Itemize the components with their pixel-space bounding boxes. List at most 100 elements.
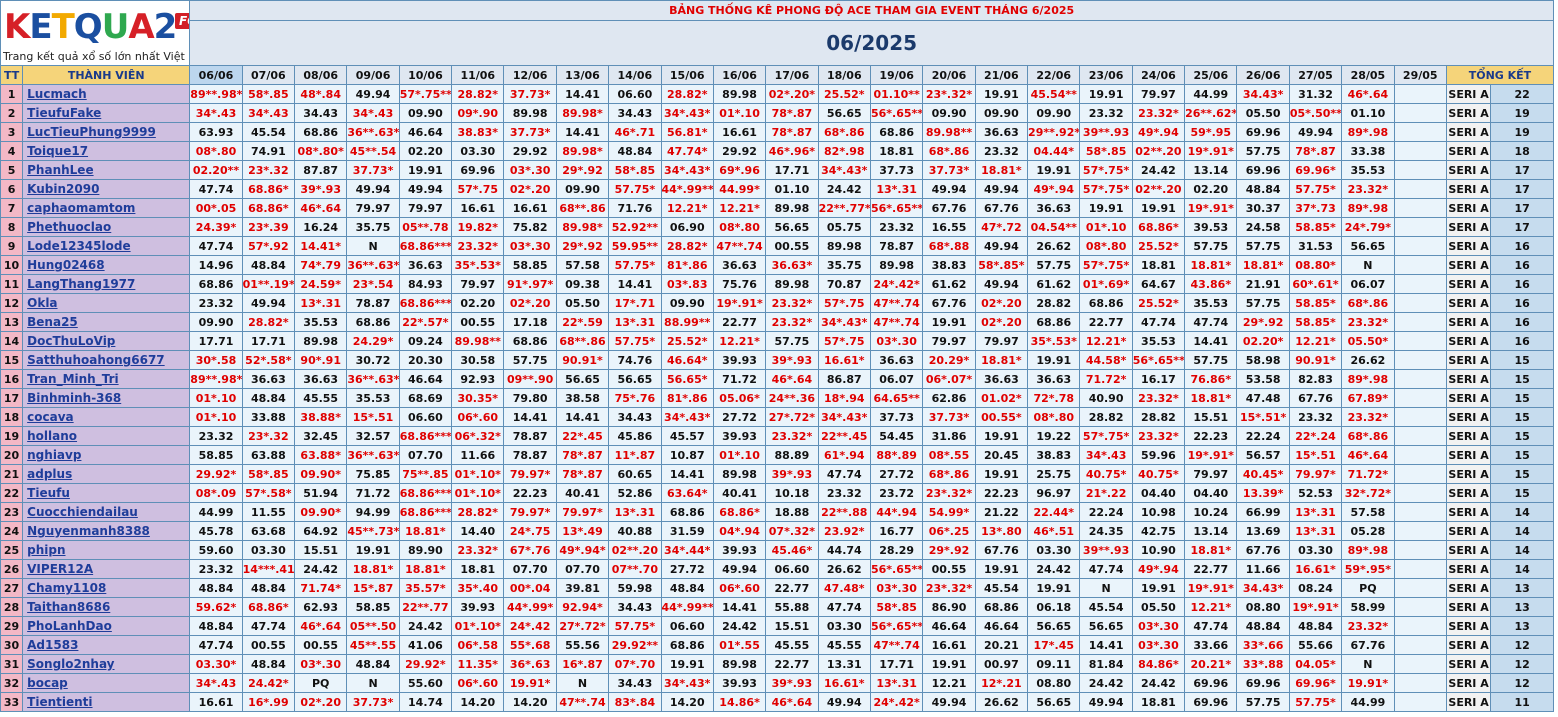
member-link[interactable]: Okla bbox=[27, 296, 57, 310]
prediction-cell: 36**.63* bbox=[346, 369, 400, 389]
member-link[interactable]: DocThuLoVip bbox=[27, 334, 115, 348]
member-link[interactable]: LucTieuPhung9999 bbox=[27, 125, 156, 139]
prediction-cell: 15*.51 bbox=[346, 407, 400, 427]
prediction-cell: 09.90 bbox=[922, 103, 976, 123]
prediction-cell: 03*.30 bbox=[294, 654, 348, 674]
seri-badge: SERI A bbox=[1445, 673, 1492, 693]
member-link[interactable]: Lucmach bbox=[27, 87, 87, 101]
prediction-cell: 04*.94 bbox=[712, 521, 767, 541]
prediction-cell: 45**.54 bbox=[346, 141, 400, 161]
prediction-cell: 68.86 bbox=[294, 122, 348, 142]
member-link[interactable]: Nguyenmanh8388 bbox=[27, 524, 150, 538]
prediction-cell: 19.91 bbox=[660, 654, 714, 674]
member-link[interactable]: Kubin2090 bbox=[27, 182, 99, 196]
member-link[interactable]: Tieufu bbox=[27, 486, 70, 500]
prediction-cell: 33.88 bbox=[241, 407, 296, 427]
prediction-cell: 17.71 bbox=[869, 654, 924, 674]
member-link[interactable]: adplus bbox=[27, 467, 72, 481]
prediction-cell: 79.97* bbox=[503, 502, 557, 522]
member-link[interactable]: cocava bbox=[27, 410, 74, 424]
prediction-cell: 89.98 bbox=[712, 84, 767, 104]
member-link[interactable]: LangThang1977 bbox=[27, 277, 135, 291]
prediction-cell: 28.82 bbox=[1027, 293, 1081, 313]
member-link[interactable]: caphaomamtom bbox=[27, 201, 135, 215]
prediction-cell: 56*.65** bbox=[869, 616, 924, 636]
member-link[interactable]: bocap bbox=[27, 676, 68, 690]
prediction-cell: 03.30* bbox=[189, 654, 243, 674]
site-logo[interactable]: KETQUA2 FORUM Trang kết quả xổ số lớn nh… bbox=[2, 2, 189, 65]
prediction-cell: 19.91 bbox=[1027, 350, 1081, 370]
prediction-cell: 05.50 bbox=[1131, 597, 1186, 617]
prediction-cell: 20.30 bbox=[398, 350, 453, 370]
member-link[interactable]: Satthuhoahong6677 bbox=[27, 353, 165, 367]
member-link[interactable]: Cuocchiendailau bbox=[27, 505, 138, 519]
prediction-cell: PQ bbox=[1341, 578, 1395, 598]
member-link[interactable]: hollano bbox=[27, 429, 77, 443]
prediction-cell: 86.87 bbox=[817, 369, 871, 389]
table-title: BẢNG THỐNG KÊ PHONG ĐỘ ACE THAM GIA EVEN… bbox=[189, 0, 1554, 21]
prediction-cell: 19.91* bbox=[1341, 673, 1395, 693]
prediction-cell: 39*.93 bbox=[765, 464, 819, 484]
prediction-cell: 00*.04 bbox=[503, 578, 557, 598]
member-link[interactable]: Binhminh-368 bbox=[27, 391, 121, 405]
prediction-cell: 18.81 bbox=[1131, 692, 1186, 712]
prediction-cell: 44.99* bbox=[712, 179, 767, 199]
row-number: 3 bbox=[0, 122, 24, 142]
prediction-cell: 01*.55 bbox=[712, 635, 767, 655]
member-cell: Binhminh-368 bbox=[22, 388, 191, 408]
member-link[interactable]: PhanhLee bbox=[27, 163, 93, 177]
prediction-cell: 07.70 bbox=[398, 445, 453, 465]
member-cell: nghiavp bbox=[22, 445, 191, 465]
member-link[interactable]: Songlo2nhay bbox=[27, 657, 114, 671]
prediction-cell: 56.65* bbox=[660, 369, 714, 389]
member-link[interactable]: Toique17 bbox=[27, 144, 88, 158]
seri-badge: SERI A bbox=[1445, 654, 1492, 674]
prediction-cell: 47**.74 bbox=[712, 236, 767, 256]
logo-area[interactable]: KETQUA2 FORUM Trang kết quả xổ số lớn nh… bbox=[0, 0, 191, 66]
prediction-cell: 46*.51 bbox=[1027, 521, 1081, 541]
prediction-cell: 27.72 bbox=[712, 407, 767, 427]
prediction-cell: N bbox=[555, 673, 610, 693]
prediction-cell: 71.72* bbox=[1079, 369, 1133, 389]
prediction-cell: 19.82* bbox=[451, 217, 505, 237]
prediction-cell bbox=[1393, 388, 1447, 408]
prediction-cell: 25.52* bbox=[660, 331, 714, 351]
member-link[interactable]: Bena25 bbox=[27, 315, 78, 329]
prediction-cell: 56.65 bbox=[765, 217, 819, 237]
member-link[interactable]: Tran_Minh_Tri bbox=[27, 372, 118, 386]
member-link[interactable]: nghiavp bbox=[27, 448, 81, 462]
seri-badge: SERI A bbox=[1445, 388, 1492, 408]
row-number: 20 bbox=[0, 445, 24, 465]
prediction-cell: 68*.86 bbox=[922, 141, 976, 161]
table-row: 1 Lucmach 89**.98* 58*.85 48*.84 49.94 57*.75*… bbox=[0, 84, 1554, 104]
prediction-cell: 07.70 bbox=[503, 559, 557, 579]
table-row: 11LangThang1977 68.8601**.19**24.59*23*.5… bbox=[0, 274, 1554, 294]
prediction-cell: 48.84 bbox=[241, 578, 296, 598]
member-link[interactable]: Tientienti bbox=[27, 695, 92, 709]
prediction-cell: 13*.31 bbox=[869, 673, 924, 693]
prediction-cell: 23.32* bbox=[1341, 312, 1395, 332]
member-link[interactable]: Ad1583 bbox=[27, 638, 78, 652]
prediction-cell: 02*.20 bbox=[503, 179, 557, 199]
prediction-cell: 18.81* bbox=[1184, 540, 1238, 560]
prediction-cell: 22.44* bbox=[1027, 502, 1081, 522]
member-link[interactable]: Phethuoclao bbox=[27, 220, 111, 234]
member-cell: Cuocchiendailau bbox=[22, 502, 191, 522]
member-link[interactable]: VIPER12A bbox=[27, 562, 93, 576]
prediction-cell: 07.70 bbox=[555, 559, 610, 579]
member-link[interactable]: Taithan8686 bbox=[27, 600, 110, 614]
member-cell: Tran_Minh_Tri bbox=[22, 369, 191, 389]
prediction-cell: 19.91 bbox=[1027, 578, 1081, 598]
member-link[interactable]: phipn bbox=[27, 543, 65, 557]
member-link[interactable]: Hung02468 bbox=[27, 258, 104, 272]
prediction-cell: 24.42 bbox=[398, 616, 453, 636]
prediction-cell: 22**.88 bbox=[817, 502, 871, 522]
member-link[interactable]: PhoLanhDao bbox=[27, 619, 112, 633]
member-link[interactable]: Lode12345lode bbox=[27, 239, 130, 253]
prediction-cell: 58*.85 bbox=[869, 597, 924, 617]
prediction-cell: 46*.71 bbox=[608, 122, 662, 142]
prediction-cell: 14.74 bbox=[398, 692, 453, 712]
member-link[interactable]: TieufuFake bbox=[27, 106, 101, 120]
member-link[interactable]: Chamy1108 bbox=[27, 581, 106, 595]
prediction-cell: 12.21* bbox=[712, 331, 767, 351]
